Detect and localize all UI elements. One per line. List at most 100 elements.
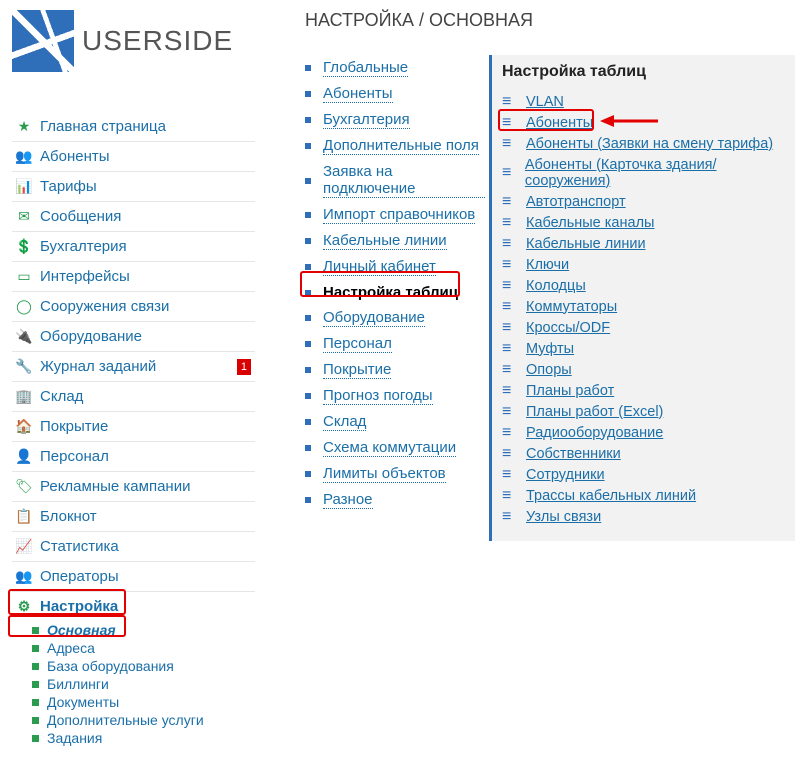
table-config-item-10[interactable]: ≡Кроссы/ODF [502, 317, 785, 338]
settings-category-6[interactable]: Кабельные линии [305, 228, 485, 254]
square-bullet-icon [305, 143, 311, 149]
list-icon: ≡ [502, 194, 520, 210]
settings-category-9[interactable]: Оборудование [305, 305, 485, 331]
settings-category-12[interactable]: Прогноз погоды [305, 383, 485, 409]
nav-item-8[interactable]: 🔧Журнал заданий1 [12, 352, 255, 382]
settings-category-8[interactable]: Настройка таблиц [305, 280, 485, 305]
nav-item-11[interactable]: 👤Персонал [12, 442, 255, 472]
settings-category-15[interactable]: Лимиты объектов [305, 461, 485, 487]
table-config-item-17[interactable]: ≡Сотрудники [502, 464, 785, 485]
nav-item-6[interactable]: ◯Сооружения связи [12, 292, 255, 322]
table-config-item-16[interactable]: ≡Собственники [502, 443, 785, 464]
settings-category-label: Оборудование [323, 309, 425, 327]
nav-icon: 📊 [16, 179, 32, 195]
nav-item-1[interactable]: 👥Абоненты [12, 142, 255, 172]
list-icon: ≡ [502, 341, 520, 357]
nav-icon: 🔌 [16, 329, 32, 345]
list-icon: ≡ [502, 257, 520, 273]
list-icon: ≡ [502, 404, 520, 420]
settings-sub-item-5[interactable]: Дополнительные услуги [32, 711, 255, 729]
settings-category-2[interactable]: Бухгалтерия [305, 107, 485, 133]
settings-category-7[interactable]: Личный кабинет [305, 254, 485, 280]
settings-sub-item-6[interactable]: Задания [32, 729, 255, 747]
square-bullet-icon [305, 238, 311, 244]
nav-label: Настройка [40, 598, 118, 615]
bullet-icon [32, 699, 39, 706]
nav-item-4[interactable]: 💲Бухгалтерия [12, 232, 255, 262]
square-bullet-icon [305, 367, 311, 373]
settings-category-0[interactable]: Глобальные [305, 55, 485, 81]
table-config-item-12[interactable]: ≡Опоры [502, 359, 785, 380]
table-config-item-5[interactable]: ≡Кабельные каналы [502, 212, 785, 233]
nav-label: Покрытие [40, 418, 108, 435]
nav-item-9[interactable]: 🏢Склад [12, 382, 255, 412]
sub-item-label: Основная [47, 622, 116, 638]
nav-item-7[interactable]: 🔌 Оборудование [12, 322, 255, 352]
table-config-item-14[interactable]: ≡Планы работ (Excel) [502, 401, 785, 422]
nav-label: Оборудование [40, 328, 142, 345]
table-config-label: Узлы связи [526, 509, 601, 525]
table-config-item-1[interactable]: ≡Абоненты [502, 112, 785, 133]
nav-item-5[interactable]: ▭Интерфейсы [12, 262, 255, 292]
nav-badge: 1 [237, 359, 251, 375]
sub-item-label: Задания [47, 730, 102, 746]
settings-category-13[interactable]: Склад [305, 409, 485, 435]
square-bullet-icon [305, 497, 311, 503]
nav-item-2[interactable]: 📊Тарифы [12, 172, 255, 202]
settings-category-11[interactable]: Покрытие [305, 357, 485, 383]
nav-label: Рекламные кампании [40, 478, 190, 495]
settings-sub-item-2[interactable]: База оборудования [32, 657, 255, 675]
table-config-item-15[interactable]: ≡Радиооборудование [502, 422, 785, 443]
table-config-item-8[interactable]: ≡Колодцы [502, 275, 785, 296]
square-bullet-icon [305, 91, 311, 97]
table-config-item-9[interactable]: ≡Коммутаторы [502, 296, 785, 317]
settings-category-3[interactable]: Дополнительные поля [305, 133, 485, 159]
nav-item-14[interactable]: 📈Статистика [12, 532, 255, 562]
square-bullet-icon [305, 471, 311, 477]
main-nav: ★Главная страница👥Абоненты📊Тарифы✉Сообще… [12, 112, 255, 621]
brand-name: USERSIDE [82, 25, 233, 57]
square-bullet-icon [305, 65, 311, 71]
table-config-label: Абоненты (Карточка здания/сооружения) [525, 157, 785, 189]
square-bullet-icon [305, 290, 311, 296]
list-icon: ≡ [502, 488, 520, 504]
nav-label: Блокнот [40, 508, 97, 525]
settings-category-4[interactable]: Заявка на подключение [305, 159, 485, 202]
nav-icon: ◯ [16, 299, 32, 315]
table-config-item-18[interactable]: ≡Трассы кабельных линий [502, 485, 785, 506]
nav-item-10[interactable]: 🏠Покрытие [12, 412, 255, 442]
table-config-label: Муфты [526, 341, 574, 357]
settings-sub-item-0[interactable]: Основная [32, 621, 255, 639]
table-config-item-0[interactable]: ≡VLAN [502, 91, 785, 112]
table-config-label: Колодцы [526, 278, 586, 294]
nav-item-0[interactable]: ★Главная страница [12, 112, 255, 142]
bullet-icon [32, 663, 39, 670]
brand-logo[interactable]: USERSIDE [12, 10, 255, 72]
table-config-item-3[interactable]: ≡Абоненты (Карточка здания/сооружения) [502, 154, 785, 191]
table-config-item-11[interactable]: ≡ Муфты [502, 338, 785, 359]
settings-category-5[interactable]: Импорт справочников [305, 202, 485, 228]
table-config-item-7[interactable]: ≡Ключи [502, 254, 785, 275]
nav-icon: ▭ [16, 269, 32, 285]
nav-item-16[interactable]: ⚙Настройка [12, 592, 255, 621]
table-config-item-19[interactable]: ≡Узлы связи [502, 506, 785, 527]
nav-item-12[interactable]: 🏷Рекламные кампании [12, 472, 255, 502]
bullet-icon [32, 681, 39, 688]
settings-sub-item-4[interactable]: Документы [32, 693, 255, 711]
settings-category-14[interactable]: Схема коммутации [305, 435, 485, 461]
settings-category-16[interactable]: Разное [305, 487, 485, 513]
table-config-item-6[interactable]: ≡Кабельные линии [502, 233, 785, 254]
nav-item-15[interactable]: 👥Операторы [12, 562, 255, 592]
settings-sub-item-1[interactable]: Адреса [32, 639, 255, 657]
settings-sub-item-3[interactable]: Биллинги [32, 675, 255, 693]
table-config-item-2[interactable]: ≡Абоненты (Заявки на смену тарифа) [502, 133, 785, 154]
nav-item-3[interactable]: ✉Сообщения [12, 202, 255, 232]
settings-category-1[interactable]: Абоненты [305, 81, 485, 107]
table-config-label: Опоры [526, 362, 572, 378]
settings-category-10[interactable]: Персонал [305, 331, 485, 357]
table-config-item-13[interactable]: ≡Планы работ [502, 380, 785, 401]
settings-category-label: Покрытие [323, 361, 391, 379]
tables-panel-title: Настройка таблиц [502, 63, 785, 81]
nav-item-13[interactable]: 📋Блокнот [12, 502, 255, 532]
table-config-item-4[interactable]: ≡Автотранспорт [502, 191, 785, 212]
